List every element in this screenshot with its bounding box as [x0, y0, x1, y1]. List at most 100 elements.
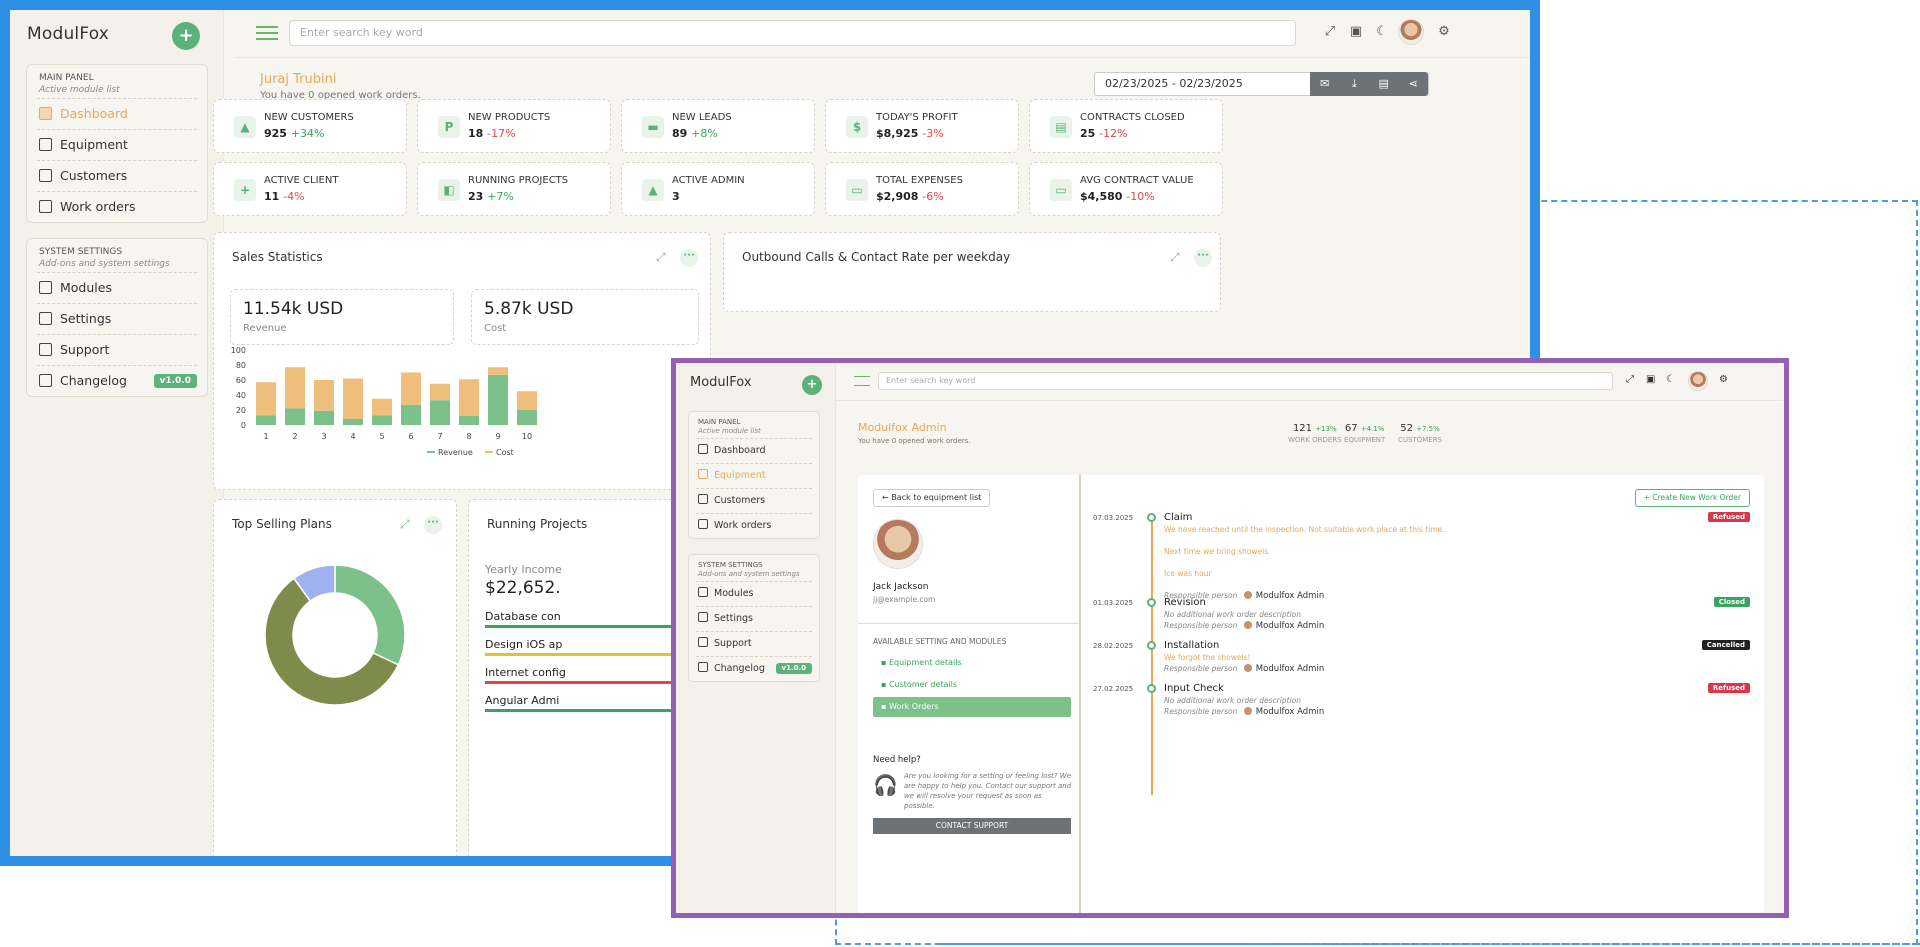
dark-mode-icon[interactable]: ☾ [1374, 24, 1390, 40]
create-work-order-button[interactable]: + Create New Work Order [1634, 489, 1750, 507]
stat-card-change: -4% [283, 190, 305, 203]
more-options-icon[interactable]: ··· [1194, 249, 1212, 267]
download-icon[interactable]: ⤓ [1340, 72, 1370, 96]
menu-toggle-icon[interactable] [256, 26, 278, 40]
sidebar-item-label: Settings [60, 311, 112, 326]
stat-card-label: NEW PRODUCTS [468, 112, 551, 123]
responsible-label: Responsible person [1164, 707, 1238, 716]
search-input[interactable]: Enter search key word [878, 372, 1613, 390]
expand-icon[interactable]: ⤢ [1170, 250, 1180, 265]
y-tick-label: 100 [231, 346, 246, 355]
bar-cost-7[interactable] [430, 383, 450, 401]
sidebar-item-dashboard[interactable]: Dashboard [37, 98, 197, 129]
app-logo[interactable]: ModulFox [27, 24, 109, 44]
search-input[interactable]: Enter search key word [289, 20, 1296, 46]
bar-revenue-5[interactable] [372, 415, 392, 425]
fullscreen-icon[interactable]: ⤢ [1626, 374, 1634, 385]
stat-card-value-row: 18 -17% [468, 127, 516, 140]
briefcase-icon: ▬ [642, 116, 664, 138]
bar-cost-4[interactable] [343, 378, 363, 420]
bar-revenue-6[interactable] [401, 404, 421, 425]
timeline-title: Installation [1164, 640, 1220, 651]
sidebar-item-work-orders[interactable]: Work orders [37, 191, 197, 222]
expand-icon[interactable]: ⤢ [400, 517, 410, 532]
bar-cost-3[interactable] [314, 380, 334, 411]
back-to-equipment-button[interactable]: ← Back to equipment list [873, 489, 991, 507]
bar-revenue-9[interactable] [488, 374, 508, 425]
sidebar-item-equipment[interactable]: Equipment [696, 463, 812, 488]
timeline-date: 01.03.2025 [1093, 599, 1134, 607]
bar-revenue-4[interactable] [343, 419, 363, 425]
sidebar-item-settings[interactable]: Settings [37, 303, 197, 334]
user-avatar[interactable] [1398, 19, 1424, 45]
contact-support-button[interactable]: CONTACT SUPPORT [873, 818, 1071, 834]
sidebar-item-changelog[interactable]: Changelog v1.0.0 [696, 656, 812, 681]
add-button[interactable]: + [802, 375, 822, 395]
more-options-icon[interactable]: ··· [680, 249, 698, 267]
bar-revenue-2[interactable] [285, 408, 305, 426]
module-equipment-details[interactable]: ▪ Equipment details [873, 653, 1071, 673]
translate-icon[interactable]: ▣ [1646, 374, 1655, 385]
bar-revenue-7[interactable] [430, 400, 450, 425]
sidebar-item-customers[interactable]: Customers [696, 488, 812, 513]
modules-icon [39, 281, 52, 294]
email-icon[interactable]: ✉ [1310, 72, 1340, 96]
sidebar-item-support[interactable]: Support [37, 334, 197, 365]
sidebar-item-support[interactable]: Support [696, 631, 812, 656]
kpi-value: 52 [1400, 423, 1413, 434]
more-options-icon[interactable]: ··· [424, 516, 442, 534]
bar-revenue-10[interactable] [517, 410, 537, 425]
back-button-label: Back to equipment list [891, 493, 982, 502]
bar-cost-6[interactable] [401, 372, 421, 405]
sidebar-item-customers[interactable]: Customers [37, 160, 197, 191]
sidebar-item-equipment[interactable]: Equipment [37, 129, 197, 160]
kpi-value-row: 67 +4.1% [1344, 423, 1385, 434]
settings-gear-icon[interactable]: ⚙ [1719, 374, 1728, 385]
share-icon[interactable]: ⋖ [1399, 72, 1429, 96]
outbound-calls-title: Outbound Calls & Contact Rate per weekda… [742, 250, 1011, 264]
sidebar-item-changelog[interactable]: Changelog v1.0.0 [37, 365, 197, 396]
sidebar-item-label: Dashboard [60, 106, 128, 121]
app-logo[interactable]: ModulFox [690, 375, 752, 390]
sidebar-item-work-orders[interactable]: Work orders [696, 513, 812, 538]
customer-avatar [873, 519, 923, 569]
date-range-picker[interactable]: 02/23/2025 - 02/23/2025 ✉ ⤓ ▤ ⋖ [1094, 72, 1429, 96]
bar-cost-5[interactable] [372, 398, 392, 416]
dark-mode-icon[interactable]: ☾ [1666, 374, 1675, 385]
sidebar-item-label: Changelog [60, 373, 127, 388]
plus-icon: + [1643, 493, 1653, 502]
translate-icon[interactable]: ▣ [1348, 24, 1364, 40]
menu-toggle-icon[interactable] [854, 376, 870, 386]
bar-cost-9[interactable] [488, 367, 508, 375]
sidebar-item-modules[interactable]: Modules [696, 581, 812, 606]
sidebar-item-settings[interactable]: Settings [696, 606, 812, 631]
bar-revenue-3[interactable] [314, 410, 334, 425]
expand-icon[interactable]: ⤢ [656, 250, 666, 265]
module-customer-details[interactable]: ▪ Customer details [873, 675, 1071, 695]
settings-gear-icon[interactable]: ⚙ [1436, 24, 1452, 40]
bar-revenue-1[interactable] [256, 415, 276, 425]
settings-heading: AVAILABLE SETTING AND MODULES [873, 637, 1007, 646]
module-work-orders[interactable]: ▪ Work Orders [873, 697, 1071, 717]
bar-cost-2[interactable] [285, 367, 305, 409]
system-settings-title: SYSTEM SETTINGS [698, 561, 763, 569]
sidebar-item-dashboard[interactable]: Dashboard [696, 438, 812, 463]
fullscreen-icon[interactable]: ⤢ [1322, 24, 1338, 40]
bar-revenue-8[interactable] [459, 416, 479, 425]
user-avatar[interactable] [1688, 371, 1708, 391]
x-tick-label: 8 [466, 432, 471, 441]
bar-cost-8[interactable] [459, 379, 479, 416]
work-orders-icon [39, 200, 52, 213]
y-tick-label: 60 [236, 376, 246, 385]
top-selling-donut-chart [264, 564, 406, 706]
donut-slice-0[interactable] [334, 564, 406, 666]
sidebar-item-modules[interactable]: Modules [37, 272, 197, 303]
add-button[interactable]: + [172, 22, 200, 50]
timeline-dot [1147, 598, 1156, 607]
bar-cost-10[interactable] [517, 391, 537, 410]
pdf-icon[interactable]: ▤ [1369, 72, 1399, 96]
equipment-icon [698, 469, 708, 479]
bar-cost-1[interactable] [256, 382, 276, 416]
list-icon: ▪ [881, 702, 889, 711]
yearly-income-label: Yearly Income [485, 563, 562, 576]
